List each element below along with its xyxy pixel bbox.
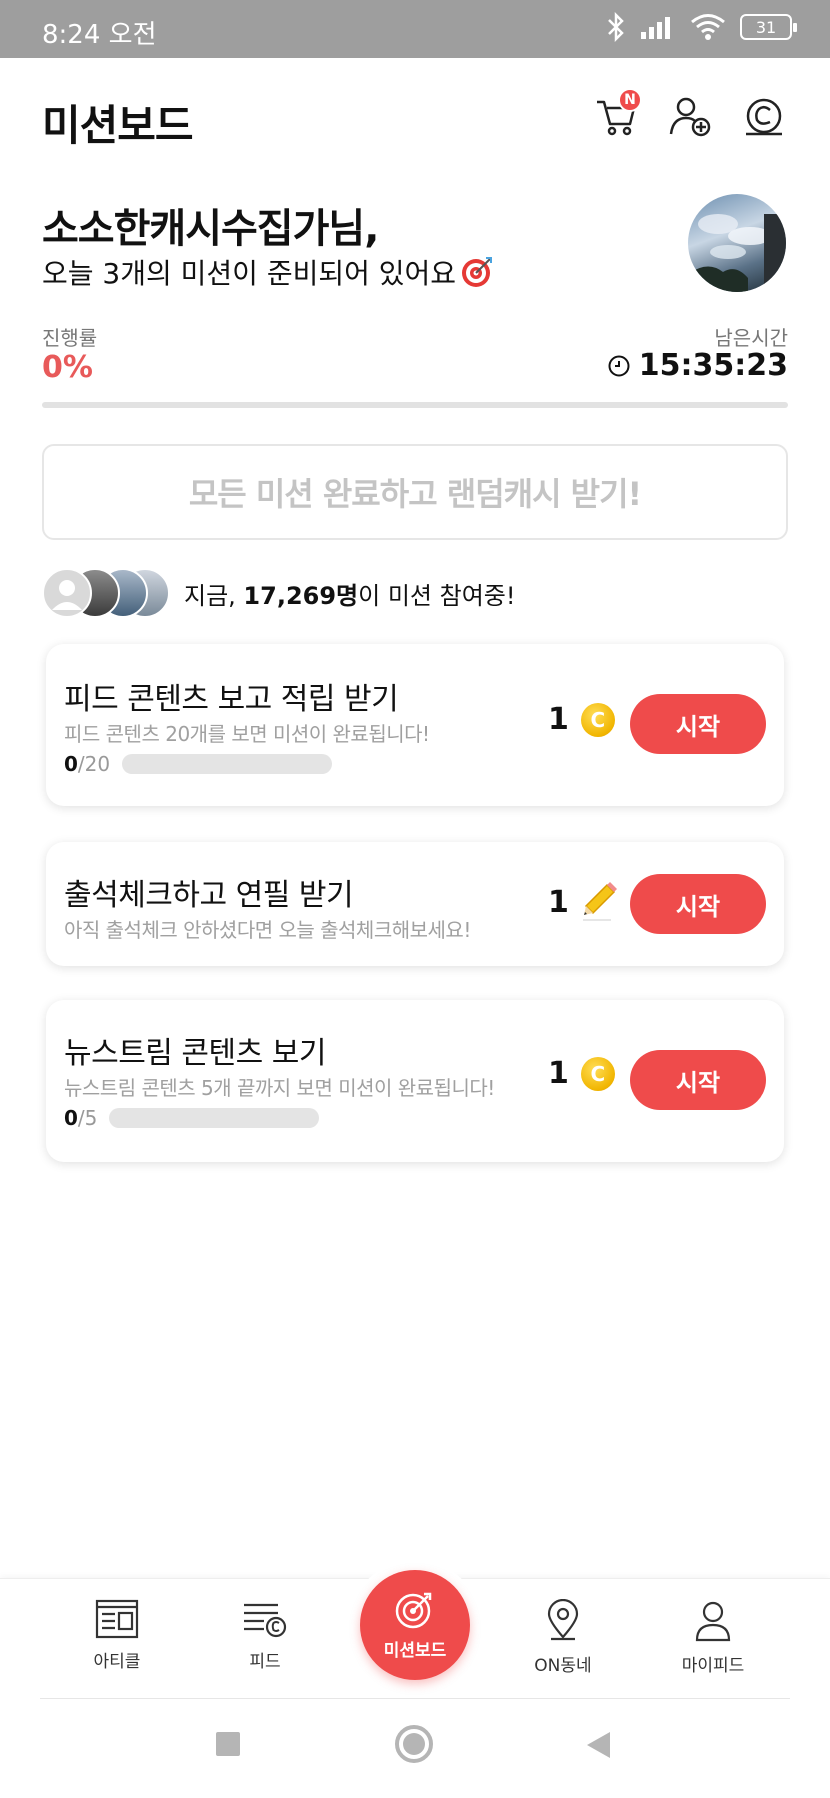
location-icon [547,1599,579,1641]
greeting-name: 소소한캐시수집가님, [42,206,379,252]
mission-progress-text: 0/20 [64,752,110,776]
avatar[interactable] [688,194,786,292]
participants-prefix: 지금, [184,581,244,610]
home-button[interactable] [394,1724,434,1764]
app-header: 미션보드 N [0,58,830,178]
mission-reward: 1 C [548,702,615,737]
status-icons: 31 [606,12,797,42]
page-title: 미션보드 [42,101,194,150]
progress-value: 0% [42,350,93,385]
target-icon [462,257,493,287]
remaining-time-value: 15:35:23 [638,348,788,383]
all-missions-bonus-button[interactable]: 모든 미션 완료하고 랜덤캐시 받기! [42,444,788,540]
mission-card-newstream: 뉴스트림 콘텐츠 보기 뉴스트림 콘텐츠 5개 끝까지 보면 미션이 완료됩니다… [46,1000,784,1162]
mission-reward-amount: 1 [548,884,569,920]
greeting-subtitle: 오늘 3개의 미션이 준비되어 있어요 [42,252,494,292]
cart-button[interactable]: N [594,88,642,138]
mission-title: 뉴스트림 콘텐츠 보기 [64,1036,326,1071]
nav-label: ON동네 [534,1656,592,1676]
nav-divider [40,1698,790,1699]
clock-icon [608,355,630,376]
feed-icon [244,1603,287,1638]
mission-start-button[interactable]: 시작 [630,694,766,754]
status-bar: 8:24 오전 31 [0,0,830,58]
nav-item-my-feed[interactable]: 마이피드 [653,1599,773,1676]
mission-card-feed: 피드 콘텐츠 보고 적립 받기 피드 콘텐츠 20개를 보면 미션이 완료됩니다… [46,644,784,806]
coin-icon: C [580,702,615,737]
mission-progress: 0/20 [64,752,333,776]
mission-title: 출석체크하고 연필 받기 [64,878,354,913]
cash-icon [746,98,782,136]
mission-progress-done: 0 [64,1106,78,1130]
default-avatar-icon [52,580,82,610]
bluetooth-icon [608,12,624,42]
header-actions: N [594,88,786,138]
nav-item-feed[interactable]: 피드 [205,1599,325,1672]
mission-reward-amount: 1 [548,702,569,737]
add-user-icon [669,97,711,137]
mission-title: 피드 콘텐츠 보고 적립 받기 [64,682,399,717]
mission-reward: 1 [548,882,617,922]
nav-label: 미션보드 [383,1640,447,1661]
progress-label: 진행률 [42,326,98,350]
article-icon [95,1599,139,1639]
mission-progress-total: /20 [77,752,111,776]
nav-label: 피드 [249,1652,281,1672]
remaining-time: 15:35:23 [607,348,788,383]
wifi-icon [691,14,725,40]
profile-icon [695,1601,731,1642]
mission-progress-total: /5 [77,1106,98,1130]
mission-progress-bar [122,754,333,774]
mission-reward-amount: 1 [548,1056,569,1091]
mission-description: 뉴스트림 콘텐츠 5개 끝까지 보면 미션이 완료됩니다! [64,1076,495,1100]
mission-progress-bar [109,1108,320,1128]
signal-icon [641,17,670,39]
mission-description: 아직 출석체크 안하셨다면 오늘 출석체크해보세요! [64,918,471,942]
status-time: 8:24 오전 [42,20,157,50]
mission-reward: 1 C [548,1056,615,1091]
participant-avatars [42,568,172,618]
nav-label: 아티클 [93,1652,141,1672]
mission-card-attendance: 출석체크하고 연필 받기 아직 출석체크 안하셨다면 오늘 출석체크해보세요! … [46,842,784,966]
back-button[interactable] [584,1730,612,1760]
cash-button[interactable] [742,94,786,138]
avatar-photo-icon [688,214,786,292]
nav-item-article[interactable]: 아티클 [57,1599,177,1672]
target-nav-icon [395,1592,432,1628]
system-nav-bar [0,1700,830,1798]
mission-progress-text: 0/5 [64,1106,97,1130]
battery-level: 31 [755,17,777,37]
greeting-subtitle-text: 오늘 3개의 미션이 준비되어 있어요 [42,257,457,290]
participants-suffix: 이 미션 참여중! [358,581,516,610]
participant-avatar [42,568,92,618]
coin-icon: C [580,1056,615,1091]
pencil-icon [582,882,617,921]
battery-icon: 31 [740,14,797,40]
nav-item-on-neighborhood[interactable]: ON동네 [503,1599,623,1676]
mission-start-button[interactable]: 시작 [630,1050,766,1110]
participants-text: 지금, 17,269명이 미션 참여중! [184,576,515,611]
nav-label: 마이피드 [681,1656,745,1676]
mission-progress-done: 0 [64,752,78,776]
remaining-time-label: 남은시간 [714,326,788,350]
mission-description: 피드 콘텐츠 20개를 보면 미션이 완료됩니다! [64,722,430,746]
recent-apps-button[interactable] [214,1730,242,1758]
add-friend-button[interactable] [668,94,712,138]
participants-row: 지금, 17,269명이 미션 참여중! [42,566,515,620]
nav-item-missionboard[interactable]: 미션보드 [360,1570,470,1680]
new-badge: N [618,88,642,112]
mission-progress: 0/5 [64,1106,320,1130]
mission-start-button[interactable]: 시작 [630,874,766,934]
progress-bar [42,402,788,408]
participants-count: 17,269명 [243,581,359,610]
